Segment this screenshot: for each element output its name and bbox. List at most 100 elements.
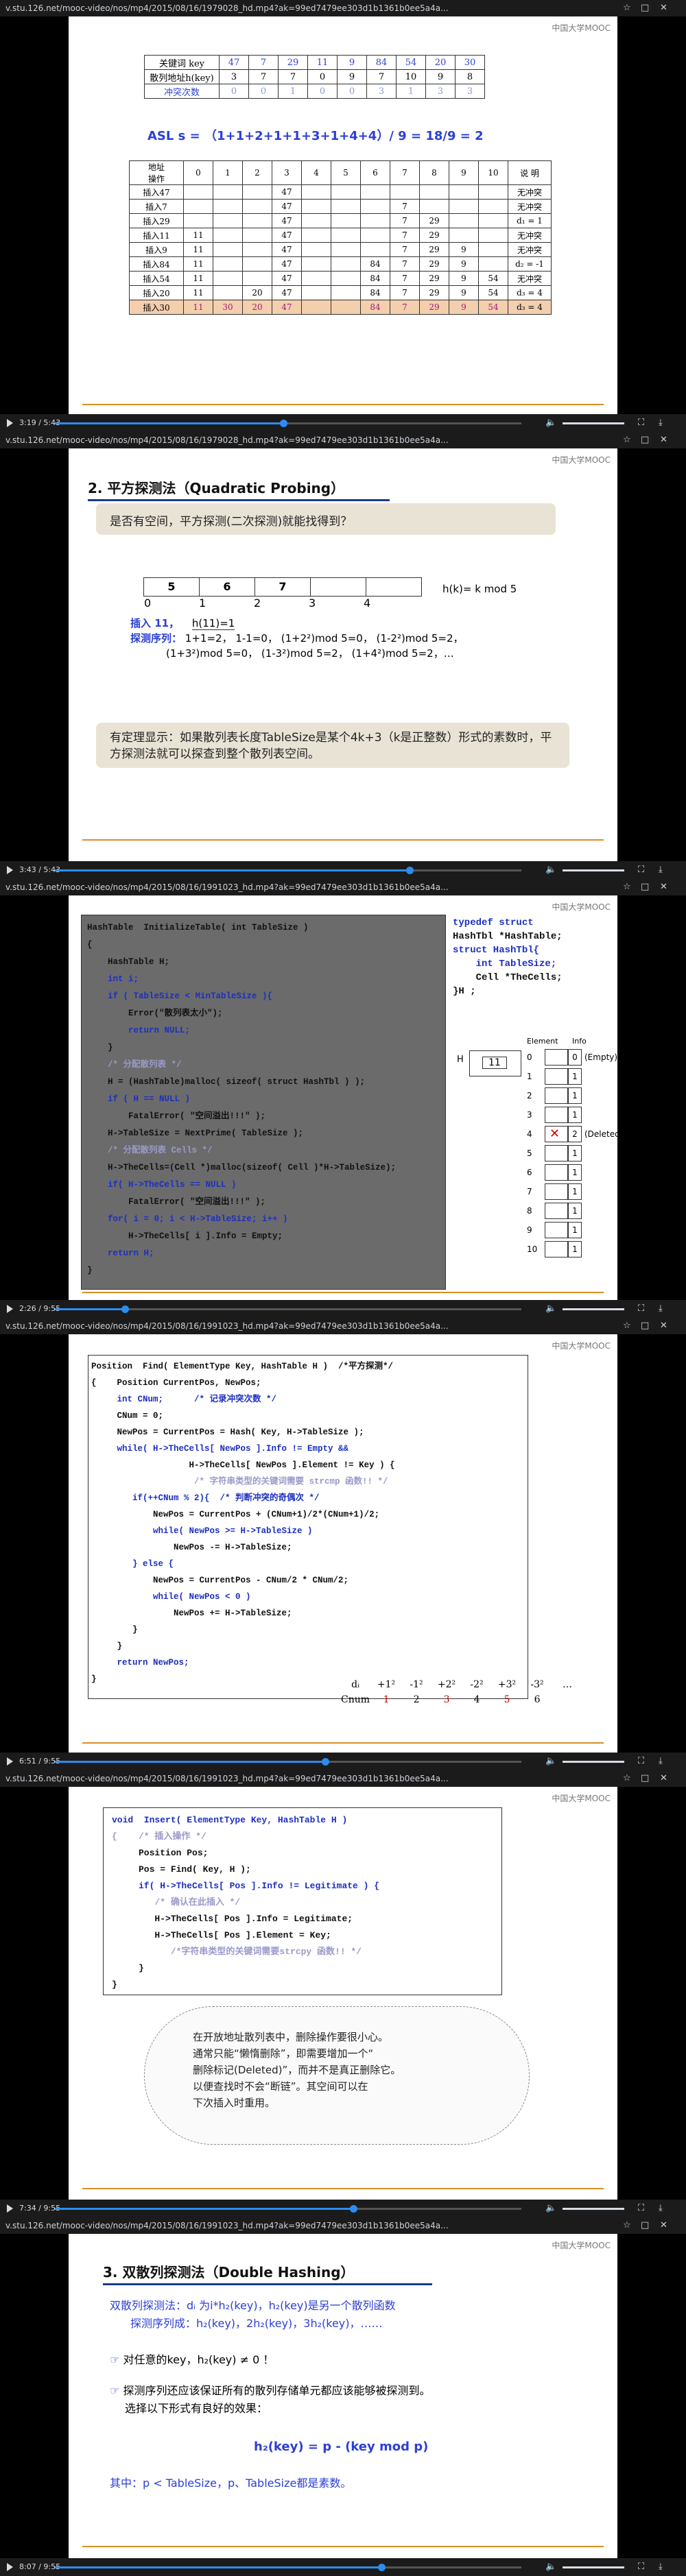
volume-icon[interactable]: 🔈	[545, 2203, 556, 2213]
volume-icon[interactable]: 🔈	[545, 1756, 556, 1766]
seek-bar[interactable]	[55, 1305, 521, 1313]
play-icon[interactable]	[7, 419, 13, 427]
close-icon[interactable]: ✕	[660, 1770, 667, 1787]
seek-knob[interactable]	[322, 1758, 330, 1766]
volume-bar[interactable]	[563, 1761, 624, 1763]
star-icon[interactable]: ☆	[623, 432, 631, 448]
close-icon[interactable]: ✕	[660, 432, 667, 448]
row-label: 关键词 key	[144, 55, 220, 70]
double-hash-line-2: 探测序列成：h₂(key)，2h₂(key)，3h₂(key)，……	[130, 2317, 383, 2330]
fullscreen-icon[interactable]: ⛶	[638, 2203, 644, 2213]
play-icon[interactable]	[7, 1757, 13, 1766]
info-box: 1	[568, 1087, 582, 1104]
fullscreen-icon[interactable]: ⛶	[638, 865, 644, 875]
table-cell: 20	[425, 55, 456, 70]
code-line: /* 确认在此插入 */	[112, 1897, 241, 1907]
column-header: 7	[390, 160, 420, 185]
volume-bar[interactable]	[563, 422, 624, 424]
seek-bar[interactable]	[55, 2564, 521, 2571]
star-icon[interactable]: ☆	[623, 2217, 631, 2234]
seek-bar[interactable]	[55, 1758, 521, 1766]
volume-bar[interactable]	[563, 1308, 624, 1310]
video-controls: 6:51 / 9:55 🔈 ⛶ ⤓	[0, 1753, 686, 1770]
seek-bar[interactable]	[55, 867, 521, 874]
star-icon[interactable]: ☆	[623, 1318, 631, 1334]
cell-row: 61	[527, 1163, 617, 1182]
play-icon[interactable]	[7, 866, 13, 874]
maximize-icon[interactable]: □	[641, 0, 649, 16]
star-icon[interactable]: ☆	[623, 0, 631, 16]
download-icon[interactable]: ⤓	[659, 1303, 663, 1314]
download-icon[interactable]: ⤓	[659, 2562, 663, 2572]
maximize-icon[interactable]: □	[641, 879, 649, 895]
column-header: 3	[272, 160, 302, 185]
h-pointer-box: 11	[469, 1050, 521, 1076]
close-icon[interactable]: ✕	[660, 2217, 667, 2234]
volume-icon[interactable]: 🔈	[545, 2562, 556, 2572]
maximize-icon[interactable]: □	[641, 1770, 649, 1787]
download-icon[interactable]: ⤓	[659, 418, 663, 428]
sequence-line-2: (1+3²)mod 5=0， (1-3²)mod 5=2， (1+4²)mod …	[166, 647, 454, 660]
order-cell: dᵢ	[351, 1679, 359, 1690]
maximize-icon[interactable]: □	[641, 2217, 649, 2234]
seek-knob[interactable]	[405, 867, 414, 874]
maximize-icon[interactable]: □	[641, 1318, 649, 1334]
table-cell	[242, 256, 272, 272]
question-box: 是否有空间，平方探测(二次探测)就能找得到？	[96, 503, 556, 535]
volume-bar[interactable]	[563, 2566, 624, 2568]
code-line: for( i = 0; i < H->TableSize; i++ )	[87, 1214, 288, 1224]
volume-icon[interactable]: 🔈	[545, 1303, 556, 1314]
star-icon[interactable]: ☆	[623, 1770, 631, 1787]
star-icon[interactable]: ☆	[623, 879, 631, 895]
column-header: 6	[360, 160, 390, 185]
order-cell: 2	[413, 1694, 420, 1705]
seek-knob[interactable]	[121, 1305, 129, 1313]
seek-bar[interactable]	[55, 2205, 521, 2213]
table-cell: 0	[337, 84, 367, 99]
play-icon[interactable]	[7, 1305, 13, 1313]
fullscreen-icon[interactable]: ⛶	[638, 1303, 644, 1314]
video-controls: 7:34 / 9:55 🔈 ⛶ ⤓	[0, 2200, 686, 2217]
fullscreen-icon[interactable]: ⛶	[638, 1756, 644, 1766]
close-icon[interactable]: ✕	[660, 1318, 667, 1334]
close-icon[interactable]: ✕	[660, 879, 667, 895]
seek-knob[interactable]	[350, 2205, 358, 2213]
info-box: 1	[568, 1068, 582, 1085]
seek-fill	[55, 2208, 354, 2210]
row-label: 插入7	[129, 199, 184, 214]
table-cell: 10	[396, 69, 426, 84]
table-cell	[478, 184, 508, 200]
download-icon[interactable]: ⤓	[659, 2203, 663, 2213]
volume-icon[interactable]: 🔈	[545, 865, 556, 875]
element-box	[545, 1107, 568, 1123]
volume-bar[interactable]	[563, 2208, 624, 2210]
table-cell: 84	[366, 55, 397, 70]
play-icon[interactable]	[7, 2563, 13, 2571]
cell-index: 8	[527, 1206, 532, 1216]
table-cell	[419, 184, 449, 200]
download-icon[interactable]: ⤓	[659, 865, 663, 875]
table-cell: 7	[390, 242, 420, 257]
table-cell	[331, 256, 361, 272]
volume-bar[interactable]	[563, 869, 624, 871]
seek-knob[interactable]	[378, 2564, 386, 2571]
table-cell: 3	[425, 84, 456, 99]
play-icon[interactable]	[7, 2204, 13, 2213]
download-icon[interactable]: ⤓	[659, 1756, 663, 1766]
volume-icon[interactable]: 🔈	[545, 418, 556, 428]
code-line: NewPos = CurrentPos + (CNum+1)/2*(CNum+1…	[91, 1510, 380, 1519]
seek-bar[interactable]	[55, 420, 521, 427]
column-header: 1	[213, 160, 243, 185]
question-text: 是否有空间，平方探测(二次探测)就能找得到？	[110, 515, 353, 529]
code-line: { Position CurrentPos, NewPos;	[91, 1378, 261, 1388]
close-icon[interactable]: ✕	[660, 0, 667, 16]
table-cell: 7	[390, 285, 420, 300]
seek-knob[interactable]	[280, 420, 288, 427]
maximize-icon[interactable]: □	[641, 432, 649, 448]
url-bar: v.stu.126.net/mooc-video/nos/mp4/2015/08…	[0, 1318, 686, 1334]
code-line: NewPos = CurrentPos - CNum/2 * CNum/2;	[91, 1576, 349, 1585]
fullscreen-icon[interactable]: ⛶	[638, 418, 644, 428]
fullscreen-icon[interactable]: ⛶	[638, 2562, 644, 2572]
code-line: void Insert( ElementType Key, HashTable …	[112, 1815, 348, 1825]
pointer-icon: ☞	[110, 2384, 123, 2397]
